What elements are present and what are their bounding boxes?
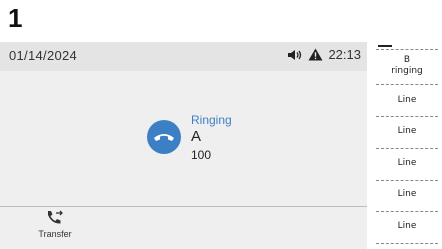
line-key-5[interactable]: Line <box>376 221 438 231</box>
line-separator <box>376 243 438 244</box>
call-area: Ringing A 100 <box>0 71 367 206</box>
call-status: Ringing <box>191 113 232 127</box>
phone-screen: 01/14/2024 22:13 Ringing A 100 Transfer <box>0 42 367 249</box>
line-key-b[interactable]: B ringing <box>376 55 438 77</box>
line-separator <box>376 49 438 50</box>
line-key-state: ringing <box>391 66 423 76</box>
line-separator <box>376 180 438 181</box>
speaker-volume-icon <box>287 49 303 61</box>
line-separator <box>376 148 438 149</box>
handset-hangup-icon <box>153 131 175 143</box>
step-number: 1 <box>8 3 23 33</box>
hangup-button[interactable] <box>147 120 181 154</box>
softkey-divider <box>0 206 367 207</box>
transfer-softkey[interactable]: Transfer <box>30 210 80 246</box>
status-date: 01/14/2024 <box>9 48 78 63</box>
line-key-label: Line <box>397 158 417 168</box>
status-icons: 22:13 <box>287 47 361 62</box>
line-separator <box>376 84 438 85</box>
line-key-4[interactable]: Line <box>376 189 438 199</box>
caller-name: A <box>191 128 202 145</box>
line-separator <box>376 211 438 212</box>
line-key-label: Line <box>397 221 417 231</box>
line-key-label: Line <box>397 95 417 105</box>
line-key-label: Line <box>397 189 417 199</box>
status-bar: 01/14/2024 22:13 <box>0 42 367 71</box>
line-indicator-bar <box>378 45 392 47</box>
call-transfer-icon <box>46 210 64 226</box>
line-key-3[interactable]: Line <box>376 158 438 168</box>
line-key-2[interactable]: Line <box>376 126 438 136</box>
line-separator <box>376 116 438 117</box>
caller-number: 100 <box>191 148 212 162</box>
line-key-label: B <box>403 55 411 65</box>
transfer-label: Transfer <box>38 229 72 239</box>
warning-icon <box>308 48 323 61</box>
line-key-1[interactable]: Line <box>376 95 438 105</box>
line-key-label: Line <box>397 126 417 136</box>
status-time: 22:13 <box>328 47 361 62</box>
